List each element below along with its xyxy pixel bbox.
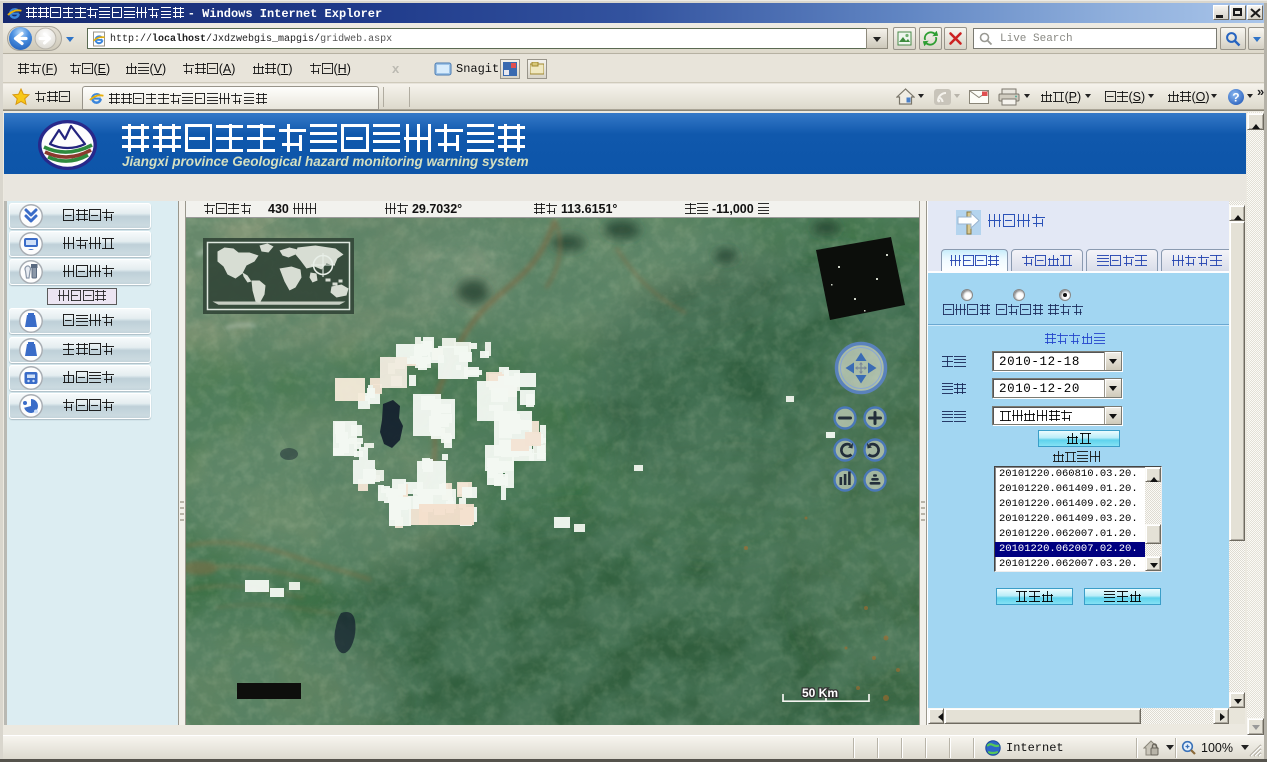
svg-text:?: ? bbox=[1232, 91, 1239, 105]
svg-text:50 Km: 50 Km bbox=[802, 686, 838, 700]
